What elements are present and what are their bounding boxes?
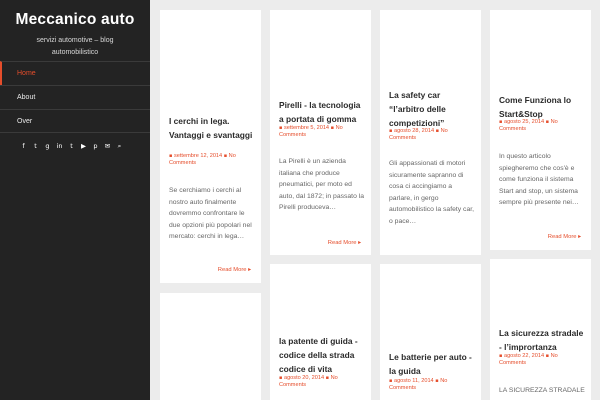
linkedin-icon[interactable]: in: [56, 142, 63, 150]
main-nav: Home About Over: [0, 61, 150, 133]
nav-item-over[interactable]: Over: [0, 109, 150, 133]
calendar-icon: ▪: [499, 119, 503, 125]
post-card: Le batterie per auto - la guida ▪ agosto…: [380, 264, 481, 400]
post-card: I cerchi in lega. Vantaggi e svantaggi ▪…: [160, 10, 261, 283]
comment-icon: ▪: [325, 375, 330, 381]
post-card: La sicurezza stradale - l’imprortanza ▪ …: [490, 259, 591, 400]
post-title[interactable]: la patente di guida - codice della strad…: [279, 334, 365, 376]
post-excerpt: LA SICUREZZA STRADALE: [499, 387, 585, 394]
post-meta: ▪ agosto 22, 2014 ▪ No Comments: [499, 353, 585, 367]
post-title[interactable]: I cerchi in lega. Vantaggi e svantaggi: [169, 114, 255, 142]
calendar-icon: ▪: [279, 375, 283, 381]
comment-icon: ▪: [435, 378, 439, 384]
comment-icon: ▪: [435, 128, 440, 134]
post-meta: ▪ agosto 28, 2014 ▪ No Comments: [389, 128, 475, 142]
tumblr-icon[interactable]: t: [68, 142, 75, 150]
post-meta: ▪ agosto 20, 2014 ▪ No Comments: [279, 375, 365, 389]
post-title[interactable]: La safety car “l’arbitro delle competizi…: [389, 88, 475, 130]
email-icon[interactable]: ✉: [104, 142, 111, 150]
search-icon[interactable]: ⌕: [116, 142, 123, 150]
post-meta: ▪ agosto 11, 2014 ▪ No Comments: [389, 378, 475, 392]
post-meta: ▪ settembre 5, 2014 ▪ No Comments: [279, 125, 365, 139]
post-date[interactable]: settembre 5, 2014: [284, 125, 329, 131]
post-title[interactable]: Come Funziona lo Start&Stop: [499, 93, 585, 121]
post-date[interactable]: agosto 25, 2014: [504, 119, 544, 125]
calendar-icon: ▪: [389, 128, 393, 134]
post-meta: ▪ agosto 25, 2014 ▪ No Comments: [499, 119, 585, 133]
facebook-icon[interactable]: f: [20, 142, 27, 150]
post-excerpt: Gli appassionati di motori sicuramente s…: [389, 160, 475, 225]
post-date[interactable]: agosto 11, 2014: [394, 378, 434, 384]
post-card: Pirelli - la tecnologia a portata di gom…: [270, 10, 371, 255]
site-description: servizi automotive – blog automobilistic…: [36, 37, 114, 56]
read-more-link[interactable]: Read More ▸: [548, 234, 581, 240]
post-date[interactable]: agosto 28, 2014: [394, 128, 434, 134]
post-date[interactable]: agosto 20, 2014: [284, 375, 324, 381]
post-excerpt: La Pirelli è un azienda italiana che pro…: [279, 158, 365, 211]
twitter-icon[interactable]: t: [32, 142, 39, 150]
youtube-icon[interactable]: ▶: [80, 142, 87, 150]
comment-icon: ▪: [330, 125, 334, 131]
post-card: La safety car “l’arbitro delle competizi…: [380, 10, 481, 255]
post-card: la patente di guida - codice della strad…: [270, 264, 371, 400]
comment-icon: ▪: [223, 153, 228, 159]
calendar-icon: ▪: [389, 378, 393, 384]
calendar-icon: ▪: [169, 153, 173, 159]
post-date[interactable]: agosto 22, 2014: [504, 353, 544, 359]
site-title[interactable]: Meccanico auto: [0, 11, 150, 29]
post-title[interactable]: Le batterie per auto - la guida: [389, 350, 475, 378]
sidebar: Meccanico auto servizi automotive – blog…: [0, 0, 150, 400]
post-meta: ▪ settembre 12, 2014 ▪ No Comments: [169, 153, 255, 167]
calendar-icon: ▪: [279, 125, 283, 131]
read-more-link[interactable]: Read More ▸: [218, 267, 251, 273]
calendar-icon: ▪: [499, 353, 503, 359]
post-card: [160, 293, 261, 400]
nav-item-about[interactable]: About: [0, 85, 150, 109]
post-title[interactable]: Pirelli - la tecnologia a portata di gom…: [279, 98, 365, 126]
nav-item-home[interactable]: Home: [0, 61, 150, 85]
social-icons: f t g in t ▶ p ✉ ⌕: [20, 142, 123, 150]
google-plus-icon[interactable]: g: [44, 142, 51, 150]
post-card: Come Funziona lo Start&Stop ▪ agosto 25,…: [490, 10, 591, 250]
comment-icon: ▪: [545, 353, 550, 359]
post-excerpt: Se cerchiamo i cerchi al nostro auto fin…: [169, 187, 252, 240]
post-date[interactable]: settembre 12, 2014: [174, 153, 222, 159]
pinterest-icon[interactable]: p: [92, 142, 99, 150]
post-excerpt: In questo articolo spiegheremo che cos'è…: [499, 153, 579, 206]
comment-icon: ▪: [545, 119, 550, 125]
post-title[interactable]: La sicurezza stradale - l’imprortanza: [499, 326, 585, 354]
read-more-link[interactable]: Read More ▸: [328, 240, 361, 246]
